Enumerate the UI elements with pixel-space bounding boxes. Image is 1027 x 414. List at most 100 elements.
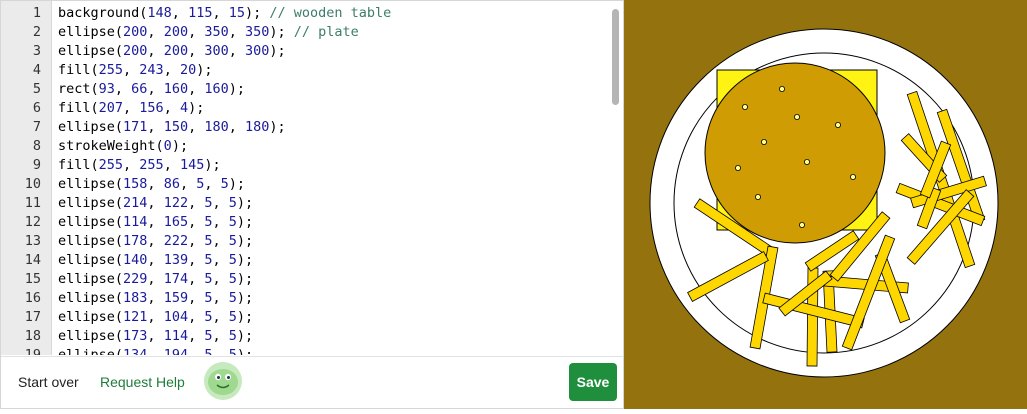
code-line[interactable]: 19 ellipse(134, 194, 5, 5); <box>1 346 611 355</box>
code-token: ellipse( <box>58 271 124 287</box>
code-token: , <box>147 214 164 230</box>
code-number: 200 <box>163 24 189 40</box>
code-token: ); <box>236 309 254 325</box>
code-line[interactable]: 13 ellipse(178, 222, 5, 5); <box>1 232 611 251</box>
code-line[interactable]: 15 ellipse(229, 174, 5, 5); <box>1 270 611 289</box>
code-token: , <box>147 271 164 287</box>
code-line[interactable]: 11 ellipse(214, 122, 5, 5); <box>1 194 611 213</box>
code-number: 214 <box>123 195 148 211</box>
code-number: 5 <box>228 347 237 355</box>
code-number: 183 <box>123 290 148 306</box>
code-token: , <box>212 252 229 268</box>
code-line[interactable]: 12 ellipse(114, 165, 5, 5); <box>1 213 611 232</box>
code-content: ellipse(158, 86, 5, 5); <box>58 175 245 194</box>
code-comment: // wooden table <box>269 5 392 21</box>
code-content: fill(255, 255, 145); <box>58 156 221 175</box>
code-content: ellipse(200, 200, 300, 300); <box>58 42 286 61</box>
code-line[interactable]: 3 ellipse(200, 200, 300, 300); <box>1 42 611 61</box>
code-number: 255 <box>98 62 124 78</box>
code-editor[interactable]: 1 background(148, 115, 15); // wooden tab… <box>0 0 624 409</box>
line-number: 8 <box>32 138 41 154</box>
editor-scrollbar[interactable] <box>612 9 619 105</box>
code-token: , <box>212 233 229 249</box>
code-line[interactable]: 18 ellipse(173, 114, 5, 5); <box>1 327 611 346</box>
line-number: 4 <box>32 62 41 78</box>
line-number: 13 <box>24 233 41 249</box>
code-number: 86 <box>163 176 180 192</box>
code-token: ); <box>236 214 254 230</box>
code-token: ); <box>269 24 294 40</box>
code-number: 5 <box>228 233 237 249</box>
start-over-button[interactable]: Start over <box>18 374 79 390</box>
code-token: , <box>188 24 205 40</box>
code-content: ellipse(140, 139, 5, 5); <box>58 251 253 270</box>
code-number: 160 <box>163 81 189 97</box>
code-token: ); <box>228 176 246 192</box>
code-line[interactable]: 1 background(148, 115, 15); // wooden tab… <box>1 4 611 23</box>
request-help-link[interactable]: Request Help <box>100 374 185 390</box>
code-content: ellipse(200, 200, 350, 350); // plate <box>58 23 359 42</box>
code-token: , <box>188 271 205 287</box>
code-number: 5 <box>228 195 237 211</box>
code-content: ellipse(121, 104, 5, 5); <box>58 308 253 327</box>
code-token: , <box>147 24 164 40</box>
code-content: rect(93, 66, 160, 160); <box>58 80 245 99</box>
code-line[interactable]: 8 strokeWeight(0); <box>1 137 611 156</box>
code-token: , <box>163 62 180 78</box>
code-number: 173 <box>123 328 148 344</box>
line-number: 17 <box>24 309 41 325</box>
code-token: ); <box>236 347 254 355</box>
code-number: 229 <box>123 271 148 287</box>
code-number: 243 <box>139 62 164 78</box>
code-token: ellipse( <box>58 290 124 306</box>
code-number: 15 <box>228 5 245 21</box>
save-button[interactable]: Save <box>569 363 617 401</box>
sesame-seed <box>760 138 767 145</box>
code-line[interactable]: 5 rect(93, 66, 160, 160); <box>1 80 611 99</box>
code-token: , <box>147 290 164 306</box>
code-token: ellipse( <box>58 328 124 344</box>
code-token: ); <box>204 157 221 173</box>
line-number: 10 <box>24 176 41 192</box>
code-token: , <box>147 252 164 268</box>
code-number: 115 <box>188 5 213 21</box>
code-line[interactable]: 7 ellipse(171, 150, 180, 180); <box>1 118 611 137</box>
code-token: ); <box>196 62 213 78</box>
code-number: 174 <box>163 271 189 287</box>
avatar[interactable] <box>204 362 242 400</box>
code-number: 114 <box>123 214 148 230</box>
sesame-seed <box>742 104 749 111</box>
code-number: 134 <box>123 347 148 355</box>
code-line[interactable]: 4 fill(255, 243, 20); <box>1 61 611 80</box>
code-token: ); <box>228 81 246 97</box>
line-number: 6 <box>32 100 41 116</box>
code-token: , <box>179 176 197 192</box>
code-number: 145 <box>179 157 205 173</box>
line-number: 2 <box>32 24 41 40</box>
sesame-seed <box>803 158 810 165</box>
line-number: 5 <box>32 81 41 97</box>
code-number: 121 <box>123 309 148 325</box>
code-line[interactable]: 17 ellipse(121, 104, 5, 5); <box>1 308 611 327</box>
code-token: , <box>188 214 205 230</box>
code-number: 20 <box>179 62 197 78</box>
code-token: ); <box>236 195 254 211</box>
code-line[interactable]: 2 ellipse(200, 200, 350, 350); // plate <box>1 23 611 42</box>
output-canvas <box>624 0 1027 409</box>
code-line[interactable]: 10 ellipse(158, 86, 5, 5); <box>1 175 611 194</box>
code-line[interactable]: 9 fill(255, 255, 145); <box>1 156 611 175</box>
code-token: , <box>228 24 245 40</box>
code-text-area[interactable]: 1 background(148, 115, 15); // wooden tab… <box>1 4 611 355</box>
sesame-seed <box>834 122 841 129</box>
code-number: 5 <box>228 290 237 306</box>
code-token: , <box>212 347 229 355</box>
code-number: 5 <box>228 271 237 287</box>
code-line[interactable]: 6 fill(207, 156, 4); <box>1 99 611 118</box>
code-token: ellipse( <box>58 214 124 230</box>
code-number: 5 <box>228 309 237 325</box>
code-line[interactable]: 16 ellipse(183, 159, 5, 5); <box>1 289 611 308</box>
sesame-seed <box>754 193 761 200</box>
code-token: , <box>163 100 180 116</box>
code-line[interactable]: 14 ellipse(140, 139, 5, 5); <box>1 251 611 270</box>
code-number: 222 <box>163 233 189 249</box>
